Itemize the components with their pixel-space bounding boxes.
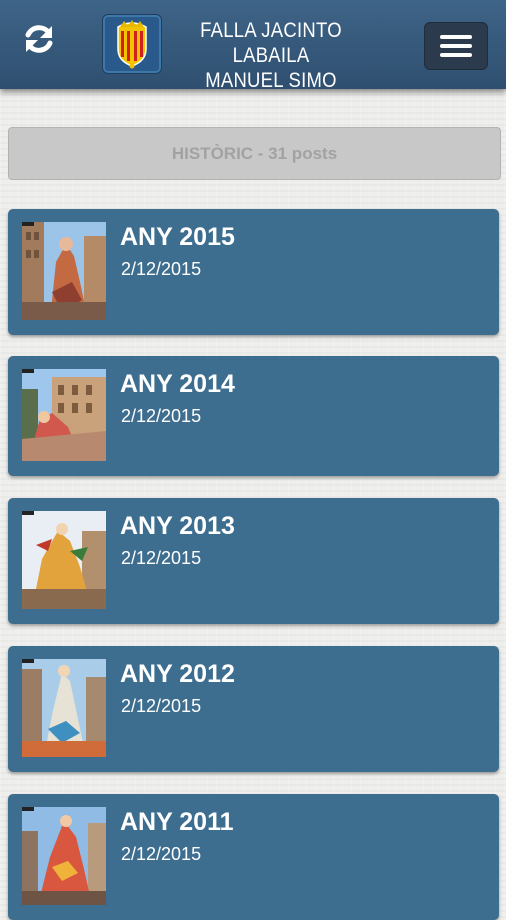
post-item-2014[interactable]: ANY 2014 2/12/2015 <box>8 356 499 476</box>
post-title: ANY 2011 <box>120 808 234 836</box>
post-date: 2/12/2015 <box>121 696 202 716</box>
post-item-2011[interactable]: ANY 2011 2/12/2015 <box>8 794 499 920</box>
falla-logo <box>102 14 162 74</box>
hamburger-menu-icon <box>440 35 472 39</box>
post-thumbnail <box>22 222 106 320</box>
post-date: 2/12/2015 <box>121 259 202 279</box>
post-item-2015[interactable]: ANY 2015 2/12/2015 <box>8 209 499 335</box>
post-thumbnail <box>22 807 106 905</box>
post-item-2012[interactable]: ANY 2012 2/12/2015 <box>8 646 499 772</box>
post-title: ANY 2012 <box>120 660 235 688</box>
app-header: FALLA JACINTO LABAILA MANUEL SIMO <box>0 0 506 92</box>
app-title-line1: FALLA JACINTO LABAILA <box>200 19 342 67</box>
post-thumbnail <box>22 369 106 461</box>
post-count-label: HISTÒRIC - 31 posts <box>171 143 338 163</box>
app-title: FALLA JACINTO LABAILA MANUEL SIMO <box>179 18 364 93</box>
refresh-button[interactable] <box>18 18 60 60</box>
post-date: 2/12/2015 <box>121 406 202 426</box>
menu-button[interactable] <box>424 22 488 70</box>
post-title: ANY 2015 <box>120 223 235 251</box>
post-title: ANY 2013 <box>120 512 235 540</box>
post-title: ANY 2014 <box>120 370 235 398</box>
post-thumbnail <box>22 659 106 757</box>
post-thumbnail <box>22 511 106 609</box>
post-date: 2/12/2015 <box>121 844 202 864</box>
post-count-bar: HISTÒRIC - 31 posts <box>8 127 501 180</box>
app-title-line2: MANUEL SIMO <box>205 69 337 92</box>
post-date: 2/12/2015 <box>121 548 202 568</box>
post-item-2013[interactable]: ANY 2013 2/12/2015 <box>8 498 499 624</box>
refresh-icon <box>25 25 53 53</box>
